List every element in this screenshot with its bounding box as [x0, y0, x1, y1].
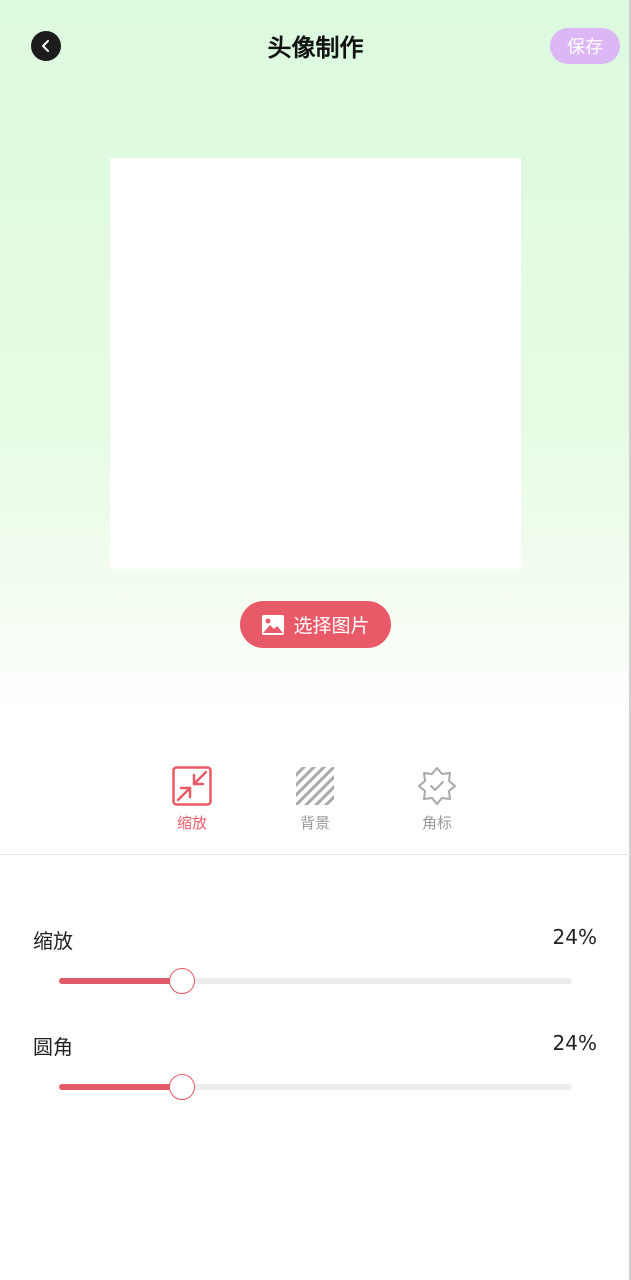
radius-slider-thumb[interactable]: [169, 1074, 196, 1100]
badge-check-icon: [418, 767, 456, 805]
radius-slider-value: 24%: [552, 1031, 597, 1055]
avatar-preview-canvas[interactable]: [110, 158, 521, 569]
zoom-slider-fill: [59, 978, 183, 984]
tab-zoom[interactable]: 缩放: [157, 766, 227, 833]
choose-image-label: 选择图片: [293, 615, 370, 637]
zoom-slider[interactable]: [59, 968, 572, 994]
tab-background-label: 背景: [299, 814, 330, 832]
save-button[interactable]: 保存: [550, 28, 620, 64]
tab-zoom-label: 缩放: [176, 814, 207, 832]
page-title: 头像制作: [267, 34, 364, 62]
stripes-icon: [296, 767, 334, 805]
tab-badge-label: 角标: [421, 814, 452, 832]
zoom-slider-thumb[interactable]: [169, 968, 196, 994]
tab-badge[interactable]: 角标: [402, 766, 472, 833]
zoom-slider-label: 缩放: [33, 929, 73, 953]
radius-slider-fill: [59, 1084, 183, 1090]
image-icon: [262, 614, 285, 635]
zoom-slider-value: 24%: [552, 925, 597, 949]
shrink-arrows-icon: [172, 766, 212, 806]
choose-image-button[interactable]: 选择图片: [240, 601, 391, 648]
radius-slider-label: 圆角: [33, 1035, 73, 1059]
tab-background[interactable]: 背景: [280, 766, 350, 833]
avatar-maker-page: 头像制作 保存 选择图片 缩放 背景 角标 缩放 24% 圆角 24%: [0, 0, 631, 1280]
radius-slider[interactable]: [59, 1074, 572, 1100]
divider: [0, 854, 631, 855]
